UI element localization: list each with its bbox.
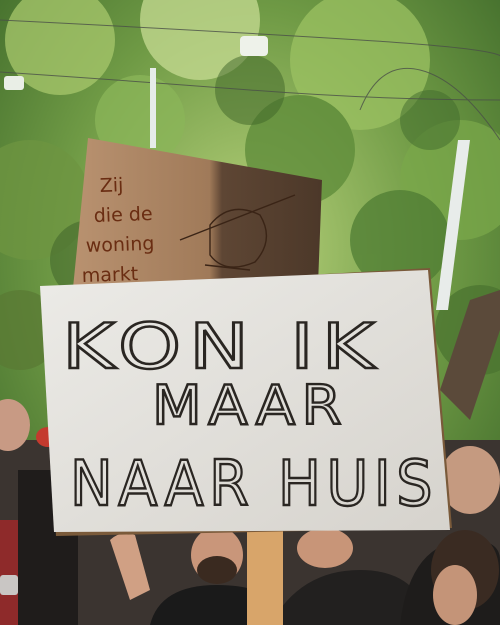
sign-line-naar-huis: NAAR HUIS bbox=[70, 447, 438, 520]
sign-pole bbox=[247, 528, 283, 625]
sign-line-kon-ik: KON IK bbox=[62, 310, 382, 383]
back-sign-line-1: Zij bbox=[99, 174, 123, 197]
protest-photo: Zij die de woning markt KON IK MAAR NAAR… bbox=[0, 0, 500, 625]
back-sign-line-3: woning bbox=[85, 233, 154, 257]
back-sign-line-2: die de bbox=[93, 203, 153, 227]
street-lamp-left bbox=[4, 76, 24, 90]
sign-line-maar: MAAR bbox=[152, 374, 348, 437]
street-lamp-center bbox=[240, 36, 268, 56]
lamp-pole-left bbox=[150, 68, 156, 148]
photo-canvas: Zij die de woning markt KON IK MAAR NAAR… bbox=[0, 0, 500, 625]
front-sign: KON IK MAAR NAAR HUIS bbox=[40, 268, 452, 536]
